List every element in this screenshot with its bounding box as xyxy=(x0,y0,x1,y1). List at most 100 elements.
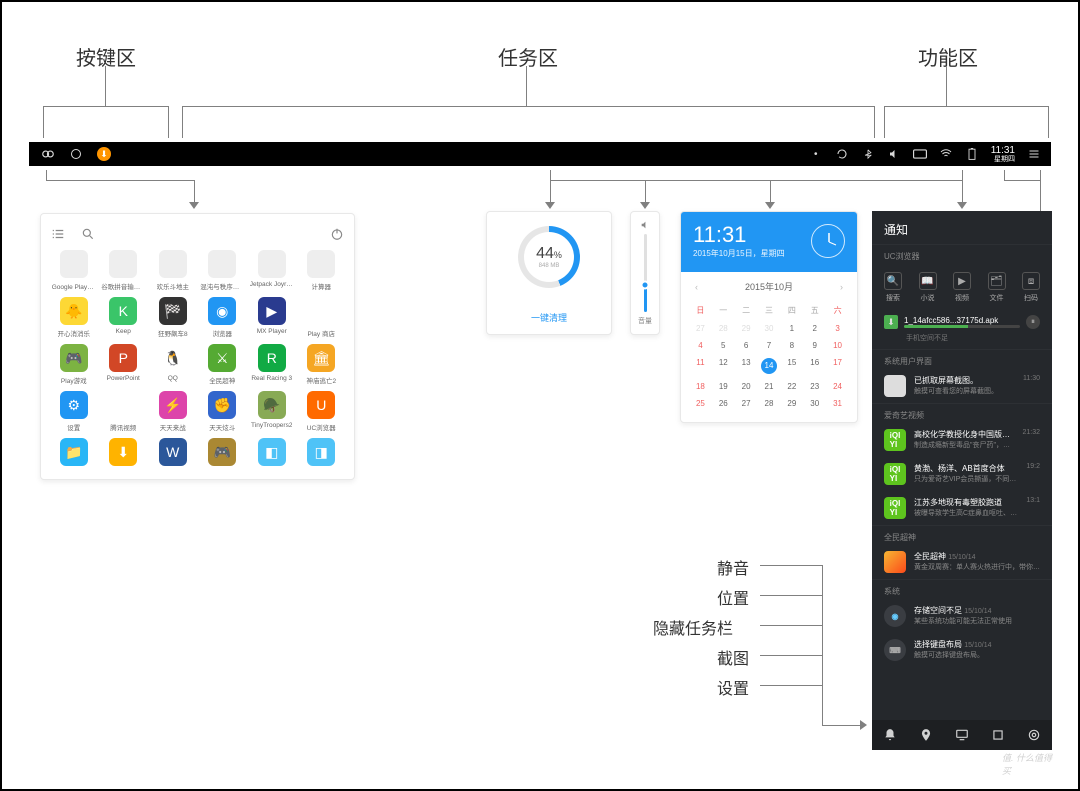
calendar-day[interactable]: 22 xyxy=(780,378,803,395)
calendar-day[interactable]: 23 xyxy=(803,378,826,395)
calendar-day[interactable]: 19 xyxy=(712,378,735,395)
volume-slider[interactable] xyxy=(644,234,647,312)
calendar-day[interactable]: 27 xyxy=(689,320,712,337)
calendar-day[interactable]: 3 xyxy=(826,320,849,337)
app-item[interactable]: Google Play服务 xyxy=(51,250,97,291)
quick-action[interactable]: 🔍搜索 xyxy=(884,272,902,303)
wifi-icon[interactable] xyxy=(939,147,953,161)
app-item[interactable]: KKeep xyxy=(101,297,147,338)
calendar-day[interactable]: 28 xyxy=(758,395,781,412)
app-item[interactable]: ✊天天炫斗 xyxy=(200,391,246,432)
next-month-button[interactable]: › xyxy=(840,282,843,292)
logo-icon[interactable] xyxy=(41,147,55,161)
app-item[interactable]: ▶Play 商店 xyxy=(299,297,345,338)
calendar-day[interactable]: 5 xyxy=(712,337,735,354)
app-item[interactable]: 🐥开心消消乐 xyxy=(51,297,97,338)
calendar-day[interactable]: 21 xyxy=(758,378,781,395)
iqiyi-notification[interactable]: iQIYI 高校化学教授化身中国版绝命…制造成瘾新型毒品"丧尸药"，吸食后可致幻… xyxy=(872,423,1052,457)
search-icon[interactable] xyxy=(81,227,95,241)
app-item[interactable]: ◧ xyxy=(249,438,295,469)
menu-icon[interactable] xyxy=(1027,147,1041,161)
quick-action[interactable]: 📖小说 xyxy=(919,272,937,303)
quick-action[interactable]: 🗂文件 xyxy=(988,272,1006,303)
calendar-day[interactable]: 18 xyxy=(689,378,712,395)
screenshot-notification[interactable]: 已抓取屏幕截图。 触摸可查看您的屏幕截图。 11:30 xyxy=(872,369,1052,403)
app-item[interactable]: 🏛神庙逃亡2 xyxy=(299,344,345,385)
calendar-day[interactable]: 6 xyxy=(735,337,758,354)
refresh-icon[interactable] xyxy=(835,147,849,161)
monitor-icon[interactable] xyxy=(954,727,970,743)
iqiyi-notification[interactable]: iQIYI 江苏多地现有毒塑胶跑道被曝导致学生高C症鼻血呕吐、植物枯萎，专家称严… xyxy=(872,491,1052,525)
power-icon[interactable] xyxy=(330,227,344,241)
calendar-day[interactable]: 24 xyxy=(826,378,849,395)
memory-ring[interactable]: 44% 848 MB xyxy=(518,226,580,288)
bell-icon[interactable] xyxy=(882,727,898,743)
calendar-day[interactable]: 16 xyxy=(803,354,826,378)
keyboard-notification[interactable]: ⌨ 选择键盘布局 15/10/14 触摸可选择键盘布局。 xyxy=(872,633,1052,667)
storage-notification[interactable]: ◉ 存储空间不足 15/10/14 某些系统功能可能无法正常使用 xyxy=(872,599,1052,633)
volume-icon[interactable] xyxy=(887,147,901,161)
calendar-day[interactable]: 11 xyxy=(689,354,712,378)
calendar-day[interactable]: 29 xyxy=(780,395,803,412)
app-item[interactable]: 🪖TinyTroopers2 xyxy=(249,391,295,432)
app-item[interactable]: ▶MX Player xyxy=(249,297,295,338)
quick-action[interactable]: ▶视频 xyxy=(953,272,971,303)
calendar-day[interactable]: 30 xyxy=(803,395,826,412)
app-item[interactable]: ⚙设置 xyxy=(51,391,97,432)
app-item[interactable]: W xyxy=(150,438,196,469)
app-item[interactable]: 计算器 xyxy=(299,250,345,291)
calendar-day[interactable]: 4 xyxy=(689,337,712,354)
settings-gear-icon[interactable] xyxy=(1026,727,1042,743)
app-item[interactable]: 谷歌拼音输入法 xyxy=(101,250,147,291)
app-item[interactable]: 📁 xyxy=(51,438,97,469)
circle-icon[interactable] xyxy=(69,147,83,161)
battery-icon[interactable] xyxy=(965,147,979,161)
quick-action[interactable]: ⧈扫码 xyxy=(1022,272,1040,303)
calendar-day[interactable]: 17 xyxy=(826,354,849,378)
app-item[interactable]: 混沌与秩序Onl… xyxy=(200,250,246,291)
app-item[interactable]: PPowerPoint xyxy=(101,344,147,385)
calendar-day[interactable]: 31 xyxy=(826,395,849,412)
app-item[interactable]: 🐧QQ xyxy=(150,344,196,385)
app-item[interactable]: ⚡天天来战 xyxy=(150,391,196,432)
calendar-day[interactable]: 28 xyxy=(712,320,735,337)
download-pause-icon[interactable]: ⏸ xyxy=(1026,315,1040,329)
location-icon[interactable] xyxy=(918,727,934,743)
calendar-day[interactable]: 15 xyxy=(780,354,803,378)
calendar-day[interactable]: 1 xyxy=(780,320,803,337)
calendar-day[interactable]: 27 xyxy=(735,395,758,412)
calendar-day[interactable]: 14 xyxy=(758,354,781,378)
app-item[interactable]: ◨ xyxy=(299,438,345,469)
taskbar-clock[interactable]: 11:31 星期四 xyxy=(991,146,1015,163)
calendar-day[interactable]: 10 xyxy=(826,337,849,354)
download-indicator-icon[interactable]: ⬇ xyxy=(97,147,111,161)
game-notification[interactable]: 全民超神 15/10/14 黄金双周赛：单人赛火热进行中，带你体验… xyxy=(872,545,1052,579)
calendar-day[interactable]: 26 xyxy=(712,395,735,412)
prev-month-button[interactable]: ‹ xyxy=(695,282,698,292)
app-item[interactable]: Jetpack Joyride xyxy=(249,250,295,291)
calendar-day[interactable]: 2 xyxy=(803,320,826,337)
dot-icon[interactable]: • xyxy=(809,147,823,161)
one-click-clean-button[interactable]: 一键清理 xyxy=(531,311,567,324)
app-item[interactable]: 🎮Play游戏 xyxy=(51,344,97,385)
app-item[interactable]: 🎮 xyxy=(200,438,246,469)
calendar-day[interactable]: 25 xyxy=(689,395,712,412)
calendar-day[interactable]: 9 xyxy=(803,337,826,354)
calendar-day[interactable]: 30 xyxy=(758,320,781,337)
app-item[interactable]: UUC浏览器 xyxy=(299,391,345,432)
crop-icon[interactable] xyxy=(990,727,1006,743)
list-icon[interactable] xyxy=(51,227,65,241)
app-item[interactable]: RReal Racing 3 xyxy=(249,344,295,385)
app-item[interactable]: ▶腾讯视频 xyxy=(101,391,147,432)
iqiyi-notification[interactable]: iQIYI 黄渤、杨洋、AB首度合体只为爱奇艺VIP会员撕逼，不同时代三位大咖玩… xyxy=(872,457,1052,491)
calendar-day[interactable]: 20 xyxy=(735,378,758,395)
app-item[interactable]: 🏁狂野飙车8 xyxy=(150,297,196,338)
app-item[interactable]: 欢乐斗地主 xyxy=(150,250,196,291)
app-item[interactable]: ⚔全民超神 xyxy=(200,344,246,385)
calendar-day[interactable]: 7 xyxy=(758,337,781,354)
keyboard-icon[interactable] xyxy=(913,147,927,161)
app-item[interactable]: ◉浏览器 xyxy=(200,297,246,338)
app-item[interactable]: ⬇ xyxy=(101,438,147,469)
bluetooth-icon[interactable] xyxy=(861,147,875,161)
calendar-day[interactable]: 8 xyxy=(780,337,803,354)
